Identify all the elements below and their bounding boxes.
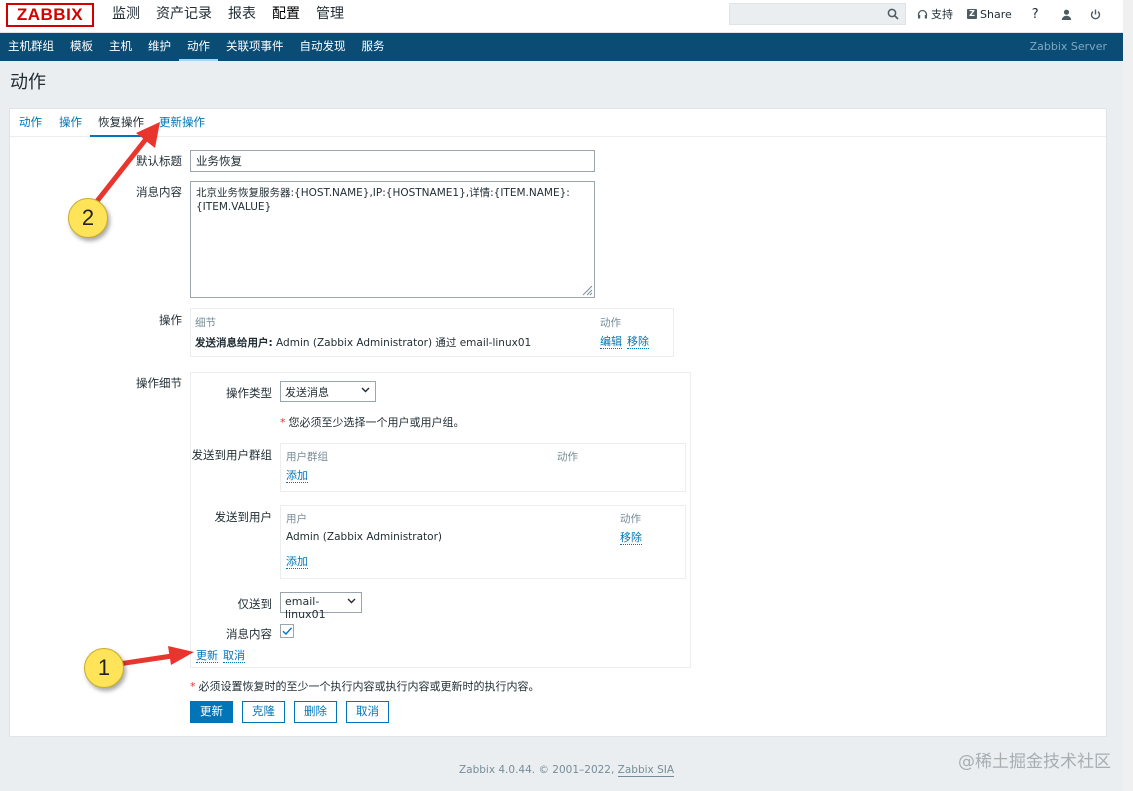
annotation-arrows xyxy=(91,122,194,668)
annotation-marker-2: 2 xyxy=(68,198,108,238)
arrow-1 xyxy=(109,646,194,668)
annotation-marker-1: 1 xyxy=(84,648,124,688)
arrow-2 xyxy=(91,122,160,208)
